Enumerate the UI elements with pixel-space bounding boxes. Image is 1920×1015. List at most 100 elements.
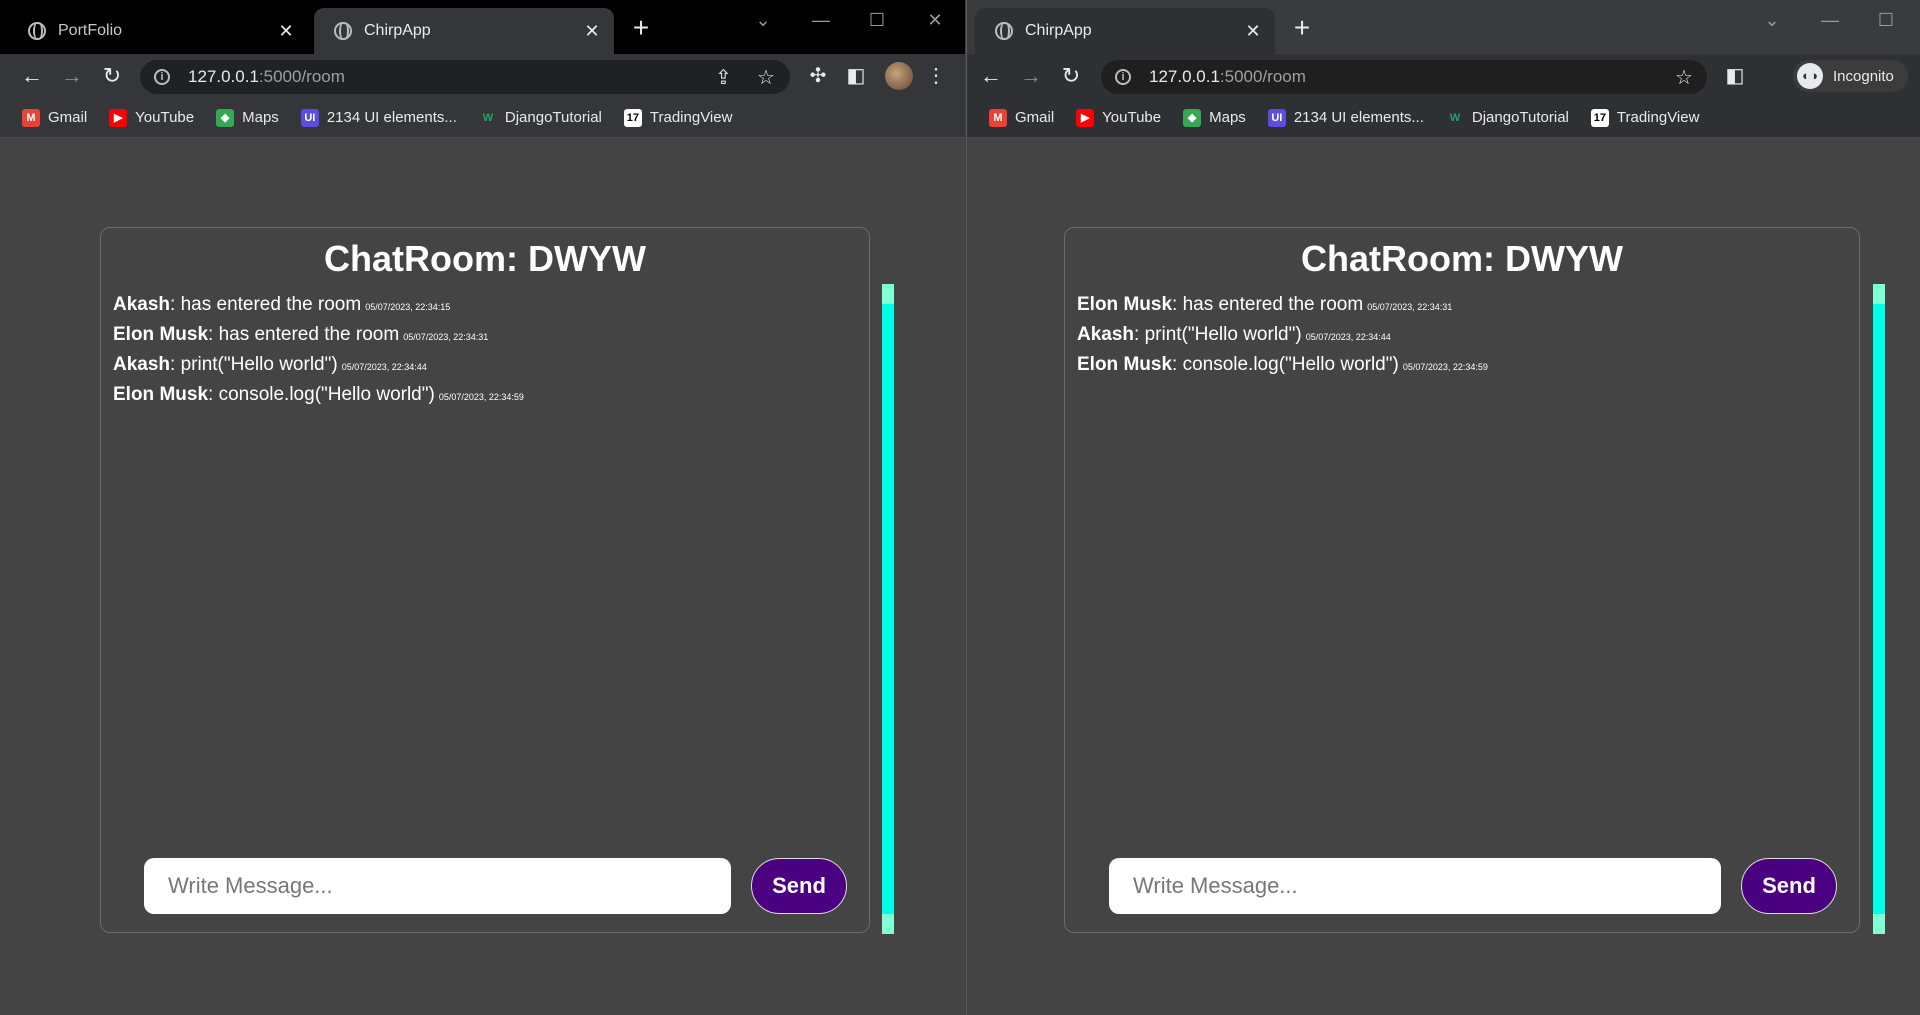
close-tab-icon[interactable]: ✕	[1243, 21, 1263, 42]
message-list: Elon Musk: has entered the room 05/07/202…	[1065, 280, 1859, 398]
tab-search-icon[interactable]: ⌄	[1757, 10, 1787, 31]
reload-icon[interactable]: ↻	[1057, 62, 1085, 90]
bookmark-star-icon[interactable]: ☆	[1675, 65, 1693, 90]
bookmark-tradingview[interactable]: 17 TradingView	[623, 108, 733, 127]
new-tab-button[interactable]: +	[1287, 14, 1317, 42]
message-item: Elon Musk: console.log("Hello world") 05/…	[1077, 354, 1847, 376]
forward-icon[interactable]: →	[1017, 62, 1045, 90]
forward-icon[interactable]: →	[58, 62, 86, 90]
maximize-icon[interactable]: ☐	[1871, 10, 1901, 31]
incognito-indicator[interactable]: ◐◑ Incognito	[1793, 60, 1908, 92]
message-text: : has entered the room	[170, 294, 362, 315]
extensions-icon[interactable]: ✣	[804, 62, 832, 90]
message-input[interactable]	[144, 858, 731, 914]
bookmark-label: 2134 UI elements...	[326, 109, 457, 126]
maximize-icon[interactable]: ☐	[862, 10, 892, 31]
send-button[interactable]: Send	[1741, 858, 1837, 914]
browser-toolbar: ← → ↻ i 127.0.0.1:5000/room ⇪ ☆ ✣ ◧ ⋮	[0, 54, 965, 98]
tradingview-icon: 17	[623, 108, 642, 127]
message-timestamp: 05/07/2023, 22:34:59	[438, 392, 524, 402]
bookmark-youtube[interactable]: ▶ YouTube	[1076, 108, 1162, 127]
bookmark-tradingview[interactable]: 17 TradingView	[1590, 108, 1700, 127]
incognito-icon: ◐◑	[1797, 63, 1823, 89]
address-bar[interactable]: i 127.0.0.1:5000/room ⇪ ☆	[140, 60, 790, 94]
back-icon[interactable]: ←	[977, 62, 1005, 90]
bookmark-label: DjangoTutorial	[1471, 109, 1569, 126]
side-panel-icon[interactable]: ◧	[842, 62, 870, 90]
side-panel-icon[interactable]: ◧	[1721, 62, 1749, 90]
bookmark-label: Gmail	[1015, 109, 1055, 126]
bookmark-maps[interactable]: ◆ Maps	[1183, 108, 1246, 127]
menu-kebab-icon[interactable]: ⋮	[922, 62, 950, 90]
maps-icon: ◆	[216, 108, 235, 127]
tab-chirpapp[interactable]: ChirpApp ✕	[975, 8, 1275, 54]
message-item: Akash: print("Hello world") 05/07/2023, 2…	[113, 354, 857, 376]
send-button[interactable]: Send	[751, 858, 847, 914]
back-icon[interactable]: ←	[18, 62, 46, 90]
message-item: Elon Musk: console.log("Hello world") 05/…	[113, 384, 857, 406]
gmail-icon: M	[22, 108, 40, 127]
message-user: Akash	[113, 354, 171, 375]
tab-portfolio[interactable]: PortFolio ✕	[8, 8, 308, 54]
address-host: 127.0.0.1	[188, 67, 259, 86]
bookmarks-bar: M Gmail ▶ YouTube ◆ Maps UI 2134 UI elements…	[0, 98, 965, 138]
chat-room-title: ChatRoom: DWYW	[1301, 238, 1623, 279]
reload-icon[interactable]: ↻	[98, 62, 126, 90]
bookmark-label: Maps	[242, 109, 279, 126]
minimize-icon[interactable]: —	[1815, 10, 1845, 31]
bookmark-label: YouTube	[1102, 109, 1162, 126]
gmail-icon: M	[989, 108, 1007, 127]
bookmark-maps[interactable]: ◆ Maps	[216, 108, 279, 127]
chat-room-card: ChatRoom: DWYW Akash: has entered the ro…	[100, 227, 870, 933]
site-info-icon[interactable]: i	[154, 69, 170, 85]
bookmark-label: TradingView	[649, 109, 733, 126]
page-content: ChatRoom: DWYW Elon Musk: has entered th…	[967, 139, 1920, 1015]
tab-chirpapp[interactable]: ChirpApp ✕	[314, 8, 614, 54]
bookmark-gmail[interactable]: M Gmail	[22, 108, 87, 127]
share-icon[interactable]: ⇪	[715, 65, 732, 90]
minimize-icon[interactable]: —	[806, 10, 836, 31]
tab-title: PortFolio	[58, 22, 123, 39]
page-scrollbar[interactable]	[882, 284, 894, 934]
bookmark-star-icon[interactable]: ☆	[757, 65, 775, 90]
bookmark-gmail[interactable]: M Gmail	[989, 108, 1055, 127]
bookmarks-bar: M Gmail ▶ YouTube ◆ Maps UI 2134 UI elements…	[967, 98, 1920, 138]
chat-room-card: ChatRoom: DWYW Elon Musk: has entered th…	[1064, 227, 1860, 933]
new-tab-button[interactable]: +	[626, 14, 656, 42]
close-tab-icon[interactable]: ✕	[276, 21, 296, 42]
close-window-icon[interactable]: ✕	[920, 10, 950, 31]
chat-room-title: ChatRoom: DWYW	[324, 238, 646, 279]
django-icon: W	[1449, 111, 1461, 124]
tab-search-icon[interactable]: ⌄	[748, 10, 778, 31]
address-bar[interactable]: i 127.0.0.1:5000/room ☆	[1101, 60, 1707, 94]
message-user: Akash	[1077, 324, 1135, 345]
tab-title: ChirpApp	[1025, 22, 1092, 39]
close-tab-icon[interactable]: ✕	[582, 21, 602, 42]
message-item: Elon Musk: has entered the room 05/07/202…	[113, 324, 857, 346]
message-text: : console.log("Hello world")	[1172, 354, 1399, 375]
bookmark-label: DjangoTutorial	[504, 109, 602, 126]
tab-strip: ChirpApp ✕ + ⌄ — ☐	[967, 0, 1920, 54]
bookmark-djangotutorial[interactable]: W DjangoTutorial	[1446, 109, 1569, 127]
message-input[interactable]	[1109, 858, 1721, 914]
bookmark-youtube[interactable]: ▶ YouTube	[109, 108, 194, 127]
bookmark-ui-elements[interactable]: UI 2134 UI elements...	[1267, 108, 1424, 127]
youtube-icon: ▶	[1076, 108, 1095, 127]
page-scrollbar[interactable]	[1873, 284, 1885, 934]
message-timestamp: 05/07/2023, 22:34:44	[341, 362, 427, 372]
bookmark-djangotutorial[interactable]: W DjangoTutorial	[479, 109, 602, 127]
site-info-icon[interactable]: i	[1115, 69, 1131, 85]
address-path: :5000/room	[258, 67, 345, 86]
profile-avatar[interactable]	[885, 62, 913, 90]
address-path: :5000/room	[1219, 67, 1306, 86]
browser-window-right: ChirpApp ✕ + ⌄ — ☐ ← → ↻ i 127.0.0.1:500…	[966, 0, 1920, 1015]
message-text: : print("Hello world")	[170, 354, 338, 375]
message-item: Akash: has entered the room 05/07/2023, 2…	[113, 294, 857, 316]
bookmark-label: TradingView	[1616, 109, 1700, 126]
incognito-label: Incognito	[1833, 67, 1894, 85]
message-user: Elon Musk	[1077, 294, 1173, 315]
tradingview-icon: 17	[1590, 108, 1609, 127]
ui-elements-icon: UI	[1267, 108, 1286, 127]
bookmark-ui-elements[interactable]: UI 2134 UI elements...	[300, 108, 457, 127]
ui-elements-icon: UI	[300, 108, 319, 127]
